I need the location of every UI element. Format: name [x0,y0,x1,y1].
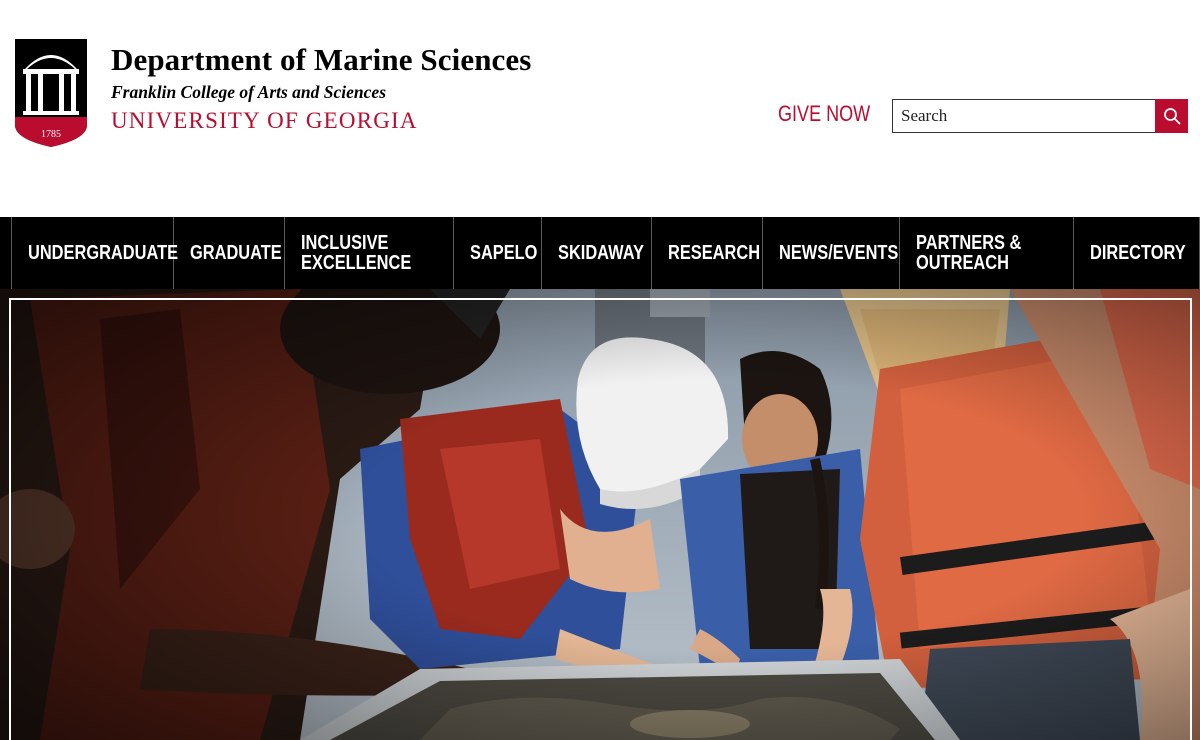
give-now-link[interactable]: GIVE NOW [778,101,870,127]
nav-item-sapelo[interactable]: SAPELO [453,217,541,289]
nav-item-graduate[interactable]: GRADUATE [173,217,284,289]
search-form [892,99,1188,133]
college-name[interactable]: Franklin College of Arts and Sciences [111,80,531,104]
hero-image [0,289,1200,740]
search-input[interactable] [892,99,1156,133]
nav-item-directory[interactable]: DIRECTORY [1073,217,1200,289]
search-icon [1163,108,1180,125]
department-title[interactable]: Department of Marine Sciences [111,42,531,78]
nav-item-inclusive-excellence[interactable]: INCLUSIVE EXCELLENCE [284,217,453,289]
nav-item-skidaway[interactable]: SKIDAWAY [541,217,651,289]
brand-block: Department of Marine Sciences Franklin C… [111,42,531,136]
nav-item-news-events[interactable]: NEWS/EVENTS [762,217,899,289]
university-name[interactable]: UNIVERSITY OF GEORGIA [111,106,531,136]
main-nav: UNDERGRADUATE GRADUATE INCLUSIVE EXCELLEN… [0,217,1200,289]
site-header: 1785 Department of Marine Sciences Frank… [0,0,1200,217]
nav-item-undergraduate[interactable]: UNDERGRADUATE [11,217,178,289]
svg-text:1785: 1785 [41,129,61,140]
hero-photo-students-examining-sediment [0,289,1200,740]
arch-logo-icon[interactable]: 1785 [15,39,87,147]
nav-item-research[interactable]: RESEARCH [651,217,762,289]
nav-item-partners-outreach[interactable]: PARTNERS & OUTREACH [899,217,1073,289]
search-button[interactable] [1155,99,1188,133]
